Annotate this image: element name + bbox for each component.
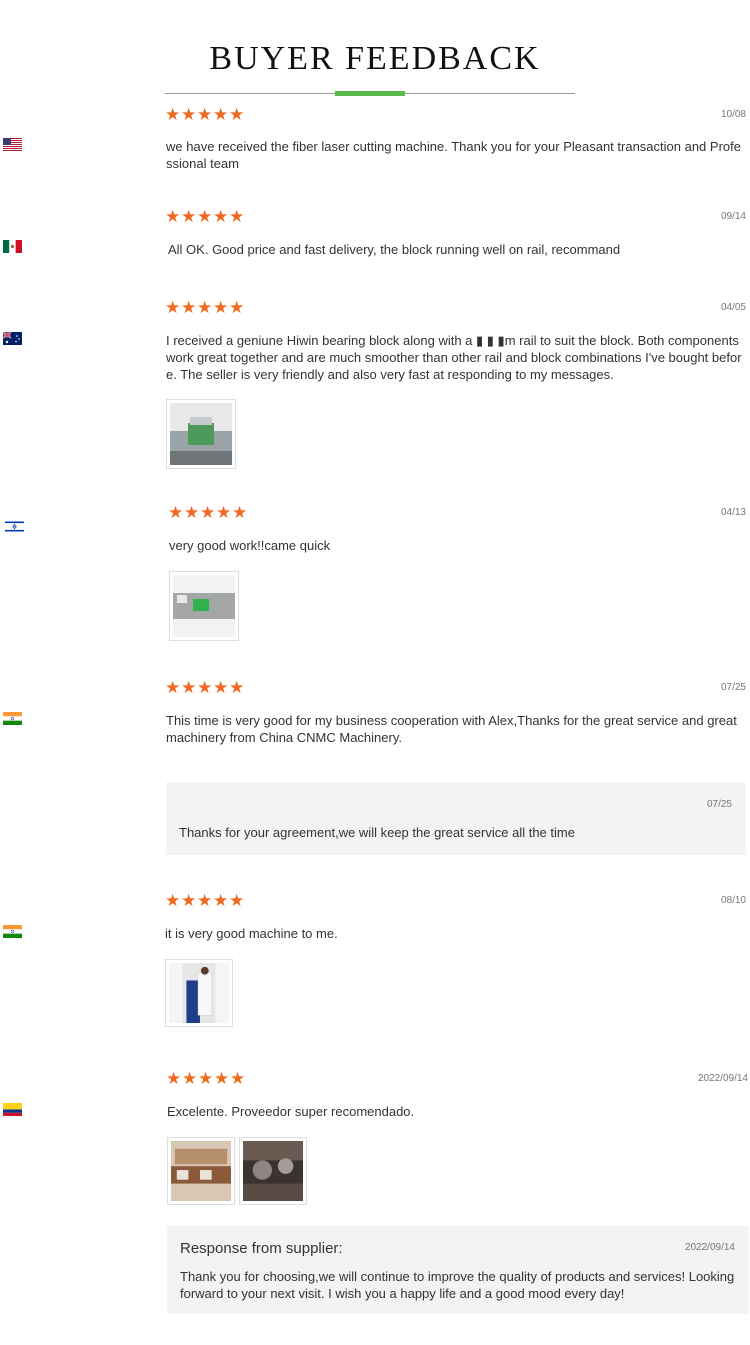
star-icon: ★ [197,891,213,910]
review-photo[interactable] [165,959,233,1027]
star-icon: ★ [200,503,216,522]
us-flag-icon [3,138,22,151]
star-icon: ★ [181,105,197,124]
star-icon: ★ [229,678,245,697]
review-photo[interactable] [166,399,236,469]
reply-date: 2022/09/14 [684,1242,735,1253]
star-icon: ★ [213,105,229,124]
review-date: 07/25 [720,682,746,693]
review-text: This time is very good for my business c… [166,713,737,745]
star-icon: ★ [181,678,197,697]
star-rating: ★ ★ ★ ★ ★ [166,1069,246,1088]
review-text: Excelente. Proveedor super recomendado. [167,1104,415,1119]
reply-date: 07/25 [706,799,732,810]
star-icon: ★ [216,503,232,522]
review-item: ★ ★ ★ ★ ★ 04/05 I received a geniune Hiwin b… [0,298,750,470]
star-icon: ★ [213,298,229,317]
israel-flag-icon [5,520,24,533]
review-date: 08/10 [720,895,746,906]
colombia-flag-icon [3,1103,22,1116]
star-rating: ★ ★ ★ ★ ★ [165,207,245,226]
star-icon: ★ [197,678,213,697]
star-rating: ★ ★ ★ ★ ★ [165,105,245,124]
review-item: ★ ★ ★ ★ ★ 2022/09/14 Excelente. Proveedor su… [0,1069,750,1321]
star-rating: ★ ★ ★ ★ ★ [165,891,245,910]
supplier-reply: 07/25 Thanks for your agreement,we will … [166,782,746,855]
review-item: ★ ★ ★ ★ ★ 10/08 we have received the fiber l… [0,105,750,177]
star-rating: ★ ★ ★ ★ ★ [168,503,248,522]
machine-parts-photo-icon [243,1141,303,1201]
customer-photo-icon [169,963,229,1023]
star-icon: ★ [165,105,181,124]
star-icon: ★ [232,503,248,522]
review-item: ★ ★ ★ ★ ★ 08/10 it is very good machine to m… [0,891,750,1033]
star-icon: ★ [182,1069,198,1088]
star-icon: ★ [229,105,245,124]
supplier-reply: Response from supplier: 2022/09/14 Thank… [167,1226,749,1314]
review-text: it is very good machine to me. [165,926,338,941]
package-photo-icon [173,575,235,637]
star-icon: ★ [213,891,229,910]
star-icon: ★ [198,1069,214,1088]
star-icon: ★ [165,207,181,226]
review-photo[interactable] [167,1137,235,1205]
reply-text: Thank you for choosing,we will continue … [180,1269,735,1301]
australia-flag-icon [3,332,22,345]
star-icon: ★ [197,105,213,124]
india-flag-icon [3,925,22,938]
review-date: 09/14 [720,211,746,222]
review-text: we have received the fiber laser cutting… [166,139,741,171]
title-accent-bar [335,91,405,96]
star-rating: ★ ★ ★ ★ ★ [165,678,245,697]
star-icon: ★ [165,298,181,317]
star-icon: ★ [229,207,245,226]
star-icon: ★ [214,1069,230,1088]
star-icon: ★ [197,298,213,317]
star-icon: ★ [213,207,229,226]
mexico-flag-icon [3,240,22,253]
page-title: BUYER FEEDBACK [209,40,541,77]
star-icon: ★ [213,678,229,697]
review-text: All OK. Good price and fast delivery, th… [168,242,621,257]
star-icon: ★ [197,207,213,226]
india-flag-icon [3,712,22,725]
star-icon: ★ [181,891,197,910]
bearing-block-photo-icon [170,403,232,465]
star-icon: ★ [165,678,181,697]
review-item: ★ ★ ★ ★ ★ 04/13 very good work!!came quick [0,503,750,645]
review-date: 04/05 [720,302,746,313]
star-icon: ★ [230,1069,246,1088]
star-icon: ★ [229,298,245,317]
review-text: I received a geniune Hiwin bearing block… [166,333,742,382]
star-icon: ★ [165,891,181,910]
review-photo[interactable] [239,1137,307,1205]
review-text: very good work!!came quick [169,538,331,553]
review-item: ★ ★ ★ ★ ★ 09/14 All OK. Good price and fast … [0,207,750,259]
review-date: 2022/09/14 [697,1073,748,1084]
reply-text: Thanks for your agreement,we will keep t… [179,825,575,840]
star-icon: ★ [168,503,184,522]
star-icon: ★ [229,891,245,910]
star-icon: ★ [181,207,197,226]
reply-heading: Response from supplier: [180,1240,343,1257]
machine-parts-photo-icon [171,1141,231,1201]
review-photo[interactable] [169,571,239,641]
review-item: ★ ★ ★ ★ ★ 07/25 This time is very good for m… [0,678,750,860]
star-icon: ★ [166,1069,182,1088]
star-icon: ★ [184,503,200,522]
star-icon: ★ [181,298,197,317]
review-date: 04/13 [720,507,746,518]
star-rating: ★ ★ ★ ★ ★ [165,298,245,317]
review-date: 10/08 [720,109,746,120]
